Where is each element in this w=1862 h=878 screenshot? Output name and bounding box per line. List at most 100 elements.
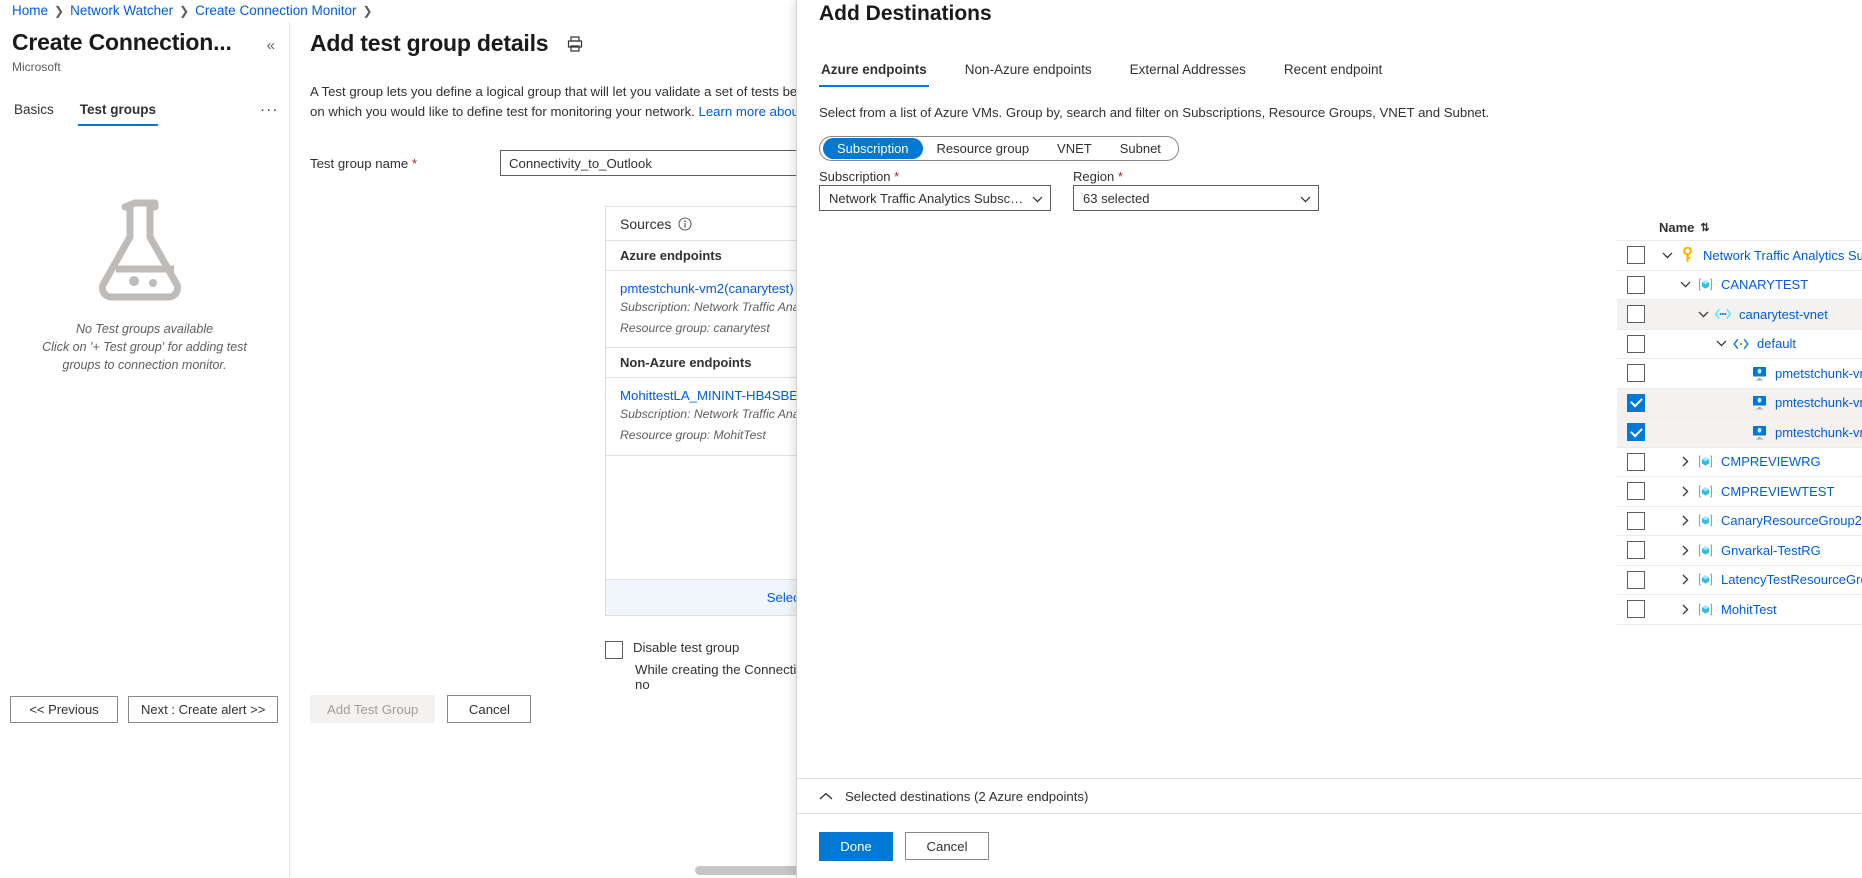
table-row[interactable]: pmtestchunk-vm210.1.5.5canarytestcanaryt… <box>1617 389 1862 419</box>
tab-non-azure-endpoints[interactable]: Non-Azure endpoints <box>963 58 1094 87</box>
table-row[interactable]: default10.1.5.0/24canarytestcanarytest-v… <box>1617 330 1862 360</box>
sort-arrows-icon: ⇅ <box>1700 221 1709 234</box>
chevron-down-icon[interactable] <box>1695 311 1711 318</box>
row-checkbox[interactable] <box>1627 276 1645 294</box>
flyout-description: Select from a list of Azure VMs. Group b… <box>819 105 1489 120</box>
disable-test-group-row[interactable]: Disable test group <box>605 640 739 659</box>
row-name-link[interactable]: LatencyTestResourceGroup <box>1721 572 1862 587</box>
row-checkbox[interactable] <box>1627 512 1645 530</box>
row-name-link[interactable]: Network Traffic Analytics Sub.. <box>1703 248 1862 263</box>
left-blade-header: Create Connection... « <box>12 30 279 56</box>
resource-group-icon <box>1696 541 1714 559</box>
row-checkbox[interactable] <box>1627 335 1645 353</box>
breadcrumb-item-network-watcher[interactable]: Network Watcher <box>70 3 173 18</box>
subscription-dropdown[interactable]: Network Traffic Analytics Subscriptio... <box>819 185 1051 211</box>
table-row[interactable]: Network Traffic Analytics Sub.. <box>1617 241 1862 271</box>
done-button[interactable]: Done <box>819 832 893 861</box>
chevron-right-icon[interactable] <box>1677 486 1693 497</box>
row-name-link[interactable]: pmetstchunk-vm1 <box>1775 366 1862 381</box>
row-name-link[interactable]: default <box>1757 336 1796 351</box>
info-icon[interactable] <box>678 217 692 231</box>
left-blade: Create Connection... « Microsoft Basics … <box>0 22 290 878</box>
table-row[interactable]: CanaryResourceGroup2 <box>1617 507 1862 537</box>
disable-test-group-checkbox[interactable] <box>605 641 623 659</box>
tab-recent-endpoint[interactable]: Recent endpoint <box>1282 58 1384 87</box>
add-test-group-button[interactable]: Add Test Group <box>310 695 435 723</box>
selected-destinations-bar[interactable]: Selected destinations (2 Azure endpoints… <box>797 778 1862 814</box>
row-name-link[interactable]: canarytest-vnet <box>1739 307 1828 322</box>
breadcrumb-item-create-connection-monitor[interactable]: Create Connection Monitor <box>195 3 356 18</box>
row-checkbox[interactable] <box>1627 482 1645 500</box>
resource-group-icon <box>1696 600 1714 618</box>
chevron-double-left-icon[interactable]: « <box>263 35 279 56</box>
chevron-right-icon[interactable] <box>1677 545 1693 556</box>
row-checkbox[interactable] <box>1627 394 1645 412</box>
table-row[interactable]: CMPREVIEWRG <box>1617 448 1862 478</box>
resource-group-icon <box>1696 512 1714 530</box>
row-name-link[interactable]: Gnvarkal-TestRG <box>1721 543 1821 558</box>
table-row[interactable]: MohitTest <box>1617 595 1862 625</box>
chevron-down-icon[interactable] <box>1677 281 1693 288</box>
table-row[interactable]: CMPREVIEWTEST <box>1617 477 1862 507</box>
row-name-cell: Gnvarkal-TestRG <box>1659 541 1862 559</box>
row-checkbox[interactable] <box>1627 541 1645 559</box>
breadcrumb-item-home[interactable]: Home <box>12 3 48 18</box>
group-by-option-vnet[interactable]: VNET <box>1043 138 1106 159</box>
row-checkbox-cell <box>1617 482 1659 500</box>
sources-title-group: Sources <box>620 216 692 232</box>
chevron-right-icon[interactable] <box>1677 456 1693 467</box>
table-row[interactable]: canarytest-vnetcanarytest <box>1617 300 1862 330</box>
flyout-cancel-button[interactable]: Cancel <box>905 832 989 860</box>
group-by-option-subnet[interactable]: Subnet <box>1106 138 1175 159</box>
row-checkbox[interactable] <box>1627 600 1645 618</box>
row-checkbox[interactable] <box>1627 246 1645 264</box>
group-by-option-resource-group[interactable]: Resource group <box>923 138 1044 159</box>
row-checkbox[interactable] <box>1627 364 1645 382</box>
table-row[interactable]: pmetstchunk-vm110.1.5.4CANARYTESTcanaryt… <box>1617 359 1862 389</box>
destinations-table: Name ⇅ IP Resource group ⇅ VNET ⇅ Subnet… <box>1617 214 1862 241</box>
printer-icon[interactable] <box>566 35 584 53</box>
vm-icon <box>1750 394 1768 412</box>
tab-basics[interactable]: Basics <box>12 94 56 126</box>
next-create-alert-button[interactable]: Next : Create alert >> <box>128 696 278 723</box>
row-checkbox[interactable] <box>1627 571 1645 589</box>
tab-test-groups[interactable]: Test groups <box>78 94 158 126</box>
chevron-up-icon <box>819 789 833 804</box>
tab-external-addresses[interactable]: External Addresses <box>1128 58 1248 87</box>
region-label-text: Region <box>1073 169 1114 184</box>
row-checkbox[interactable] <box>1627 453 1645 471</box>
more-tabs-icon[interactable]: ... <box>260 98 279 123</box>
table-row[interactable]: Gnvarkal-TestRG <box>1617 536 1862 566</box>
column-header-name[interactable]: Name ⇅ <box>1659 220 1862 235</box>
row-name-link[interactable]: pmtestchunk-vm3 <box>1775 425 1862 440</box>
row-name-link[interactable]: CMPREVIEWTEST <box>1721 484 1834 499</box>
row-name-link[interactable]: CanaryResourceGroup2 <box>1721 513 1862 528</box>
row-name-link[interactable]: MohitTest <box>1721 602 1777 617</box>
row-checkbox[interactable] <box>1627 305 1645 323</box>
group-by-option-subscription[interactable]: Subscription <box>823 138 923 159</box>
previous-button[interactable]: << Previous <box>10 696 118 723</box>
cancel-test-group-button[interactable]: Cancel <box>447 695 531 723</box>
subnet-icon <box>1732 335 1750 353</box>
table-row[interactable]: LatencyTestResourceGroup <box>1617 566 1862 596</box>
row-name-link[interactable]: CMPREVIEWRG <box>1721 454 1821 469</box>
chevron-right-icon[interactable] <box>1677 574 1693 585</box>
region-dropdown[interactable]: 63 selected <box>1073 185 1319 211</box>
tab-azure-endpoints[interactable]: Azure endpoints <box>819 58 929 87</box>
chevron-right-icon[interactable] <box>1677 515 1693 526</box>
table-body: Network Traffic Analytics Sub.. CANARYTES… <box>1617 241 1862 644</box>
table-row[interactable]: pmtestchunk-vm310.1.5.6canarytestcanaryt… <box>1617 418 1862 448</box>
breadcrumb: Home ❯ Network Watcher ❯ Create Connecti… <box>12 3 373 18</box>
row-name-link[interactable]: CANARYTEST <box>1721 277 1808 292</box>
row-name-link[interactable]: pmtestchunk-vm2 <box>1775 395 1862 410</box>
description-line-2: on which you would like to define test f… <box>310 104 695 119</box>
chevron-right-icon[interactable] <box>1677 604 1693 615</box>
row-checkbox[interactable] <box>1627 423 1645 441</box>
chevron-down-icon <box>1300 191 1311 206</box>
chevron-down-icon[interactable] <box>1713 340 1729 347</box>
center-page-title: Add test group details <box>310 30 548 57</box>
left-blade-tabs: Basics Test groups ... <box>12 94 279 126</box>
row-checkbox-cell <box>1617 571 1659 589</box>
chevron-down-icon[interactable] <box>1659 252 1675 259</box>
table-row[interactable]: CANARYTEST <box>1617 271 1862 301</box>
